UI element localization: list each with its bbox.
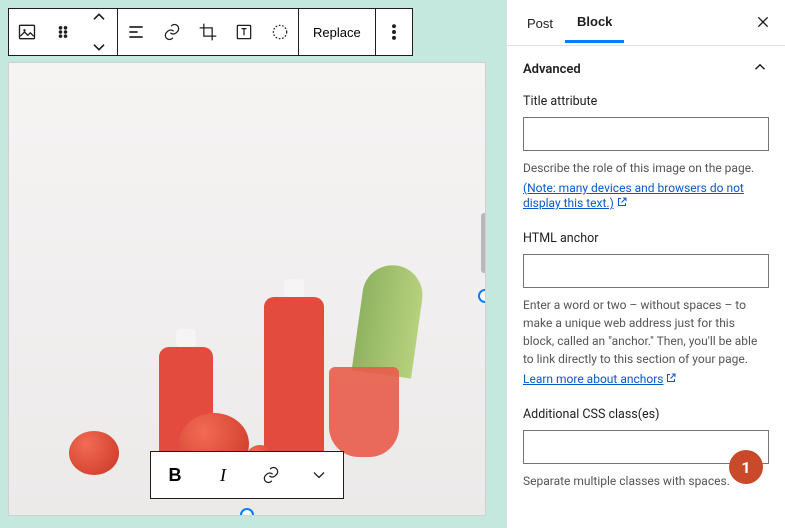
image-block-icon[interactable]: [9, 9, 45, 55]
css-class-label: Additional CSS class(es): [523, 407, 769, 422]
title-attribute-label: Title attribute: [523, 94, 769, 109]
inline-format-toolbar: B I: [150, 451, 344, 499]
settings-sidebar: Post Block Advanced Title attribute Desc…: [506, 0, 785, 528]
advanced-panel-title: Advanced: [523, 62, 581, 77]
advanced-panel-toggle[interactable]: Advanced: [523, 58, 769, 80]
scrollbar-thumb[interactable]: [481, 213, 486, 273]
more-options-icon[interactable]: [376, 9, 412, 55]
text-overlay-icon[interactable]: [226, 9, 262, 55]
crop-icon[interactable]: [190, 9, 226, 55]
html-anchor-learn-link[interactable]: Learn more about anchors: [523, 372, 677, 386]
duotone-icon[interactable]: [262, 9, 298, 55]
tab-block[interactable]: Block: [565, 2, 624, 43]
drag-handle-icon[interactable]: [45, 9, 81, 55]
html-anchor-desc: Enter a word or two – without spaces – t…: [523, 296, 769, 368]
html-anchor-input[interactable]: [523, 254, 769, 288]
resize-handle-right[interactable]: [478, 289, 486, 303]
replace-button[interactable]: Replace: [299, 9, 375, 55]
title-attribute-note-link[interactable]: (Note: many devices and browsers do not …: [523, 181, 744, 210]
inline-more-icon[interactable]: [295, 452, 343, 498]
chevron-up-icon: [751, 58, 769, 80]
html-anchor-label: HTML anchor: [523, 231, 769, 246]
bold-button[interactable]: B: [151, 452, 199, 498]
block-toolbar: Replace: [8, 8, 413, 56]
italic-button[interactable]: I: [199, 452, 247, 498]
sidebar-tabs: Post Block: [507, 0, 785, 46]
tab-post[interactable]: Post: [515, 4, 565, 42]
move-up-down-icon[interactable]: [81, 9, 117, 55]
title-attribute-input[interactable]: [523, 117, 769, 151]
image-block[interactable]: B I: [8, 62, 486, 516]
placeholder-image: [9, 63, 485, 515]
link-icon[interactable]: [154, 9, 190, 55]
annotation-marker-1: 1: [729, 450, 763, 484]
editor-canvas: Replace B I: [0, 0, 506, 528]
align-icon[interactable]: [118, 9, 154, 55]
close-sidebar-button[interactable]: [751, 10, 775, 34]
inline-link-icon[interactable]: [247, 452, 295, 498]
title-attribute-desc: Describe the role of this image on the p…: [523, 159, 769, 177]
resize-handle-bottom[interactable]: [240, 508, 254, 516]
